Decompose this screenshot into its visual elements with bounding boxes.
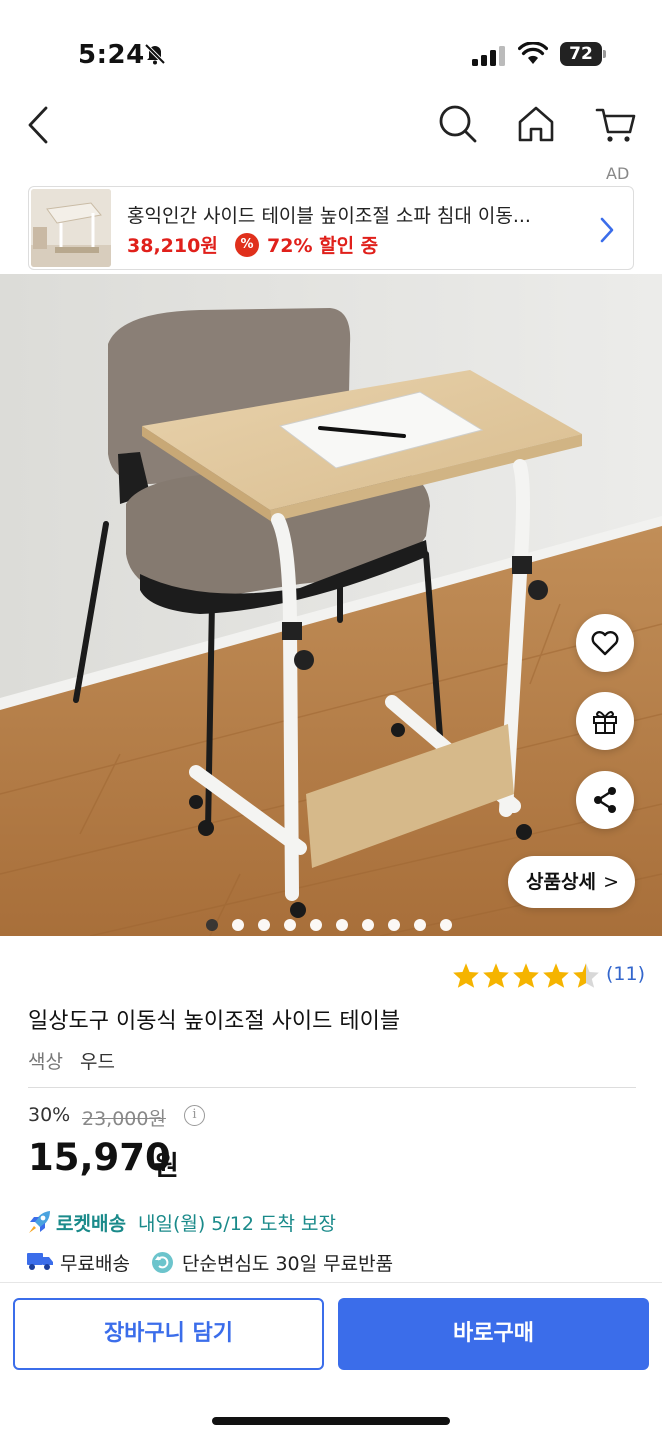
- discount-badge-icon: %: [235, 233, 259, 257]
- star-icon: [572, 962, 600, 993]
- bell-muted-icon: [144, 43, 166, 65]
- delivery-date: 내일(월) 5/12 도착 보장: [138, 1213, 336, 1235]
- review-count[interactable]: (11): [606, 963, 645, 985]
- gift-icon: [593, 711, 617, 734]
- cart-icon[interactable]: [594, 102, 638, 146]
- return-icon: [152, 1252, 173, 1273]
- ad-price: 38,210원: [127, 235, 218, 257]
- wishlist-button[interactable]: [576, 614, 634, 672]
- home-indicator: [212, 1417, 450, 1425]
- back-icon[interactable]: [24, 104, 54, 146]
- product-image[interactable]: [0, 274, 662, 936]
- battery-indicator: 72: [560, 42, 602, 66]
- pagination-dot[interactable]: [362, 919, 374, 931]
- info-icon[interactable]: i: [184, 1105, 205, 1126]
- option-value[interactable]: 우드: [80, 1047, 115, 1074]
- return-policy: 단순변심도 30일 무료반품: [182, 1253, 394, 1275]
- pagination-dot[interactable]: [258, 919, 270, 931]
- chevron-right-icon: >: [603, 871, 619, 893]
- free-shipping: 무료배송: [60, 1253, 130, 1275]
- product-detail-label: 상품상세: [526, 871, 596, 893]
- cellular-signal-icon: [472, 46, 505, 66]
- ad-thumbnail[interactable]: [31, 189, 111, 267]
- pagination-dot[interactable]: [414, 919, 426, 931]
- sale-price: 15,970: [28, 1136, 171, 1179]
- star-icon: [452, 962, 480, 993]
- star-icon: [482, 962, 510, 993]
- product-detail-button[interactable]: 상품상세 >: [508, 856, 635, 908]
- divider: [28, 1087, 636, 1088]
- share-icon: [594, 787, 616, 813]
- rating-stars: [452, 962, 602, 993]
- sale-currency: 원: [154, 1151, 179, 1182]
- status-time: 5:24: [78, 40, 145, 70]
- pagination-dot[interactable]: [440, 919, 452, 931]
- original-price: 23,000원: [82, 1108, 166, 1130]
- rocket-icon: [29, 1211, 50, 1233]
- pagination-dot[interactable]: [310, 919, 322, 931]
- buy-now-button[interactable]: 바로구매: [338, 1298, 649, 1370]
- ad-discount: 72% 할인 중: [267, 235, 379, 257]
- heart-icon: [591, 631, 619, 656]
- rocket-delivery-label: 로켓배송: [56, 1213, 126, 1235]
- home-icon[interactable]: [514, 102, 558, 146]
- chevron-right-icon[interactable]: [597, 215, 617, 245]
- wifi-icon: [518, 42, 548, 64]
- search-icon[interactable]: [436, 102, 480, 146]
- image-pagination[interactable]: [206, 916, 466, 931]
- discount-percent: 30%: [28, 1104, 71, 1126]
- pagination-dot[interactable]: [232, 919, 244, 931]
- pagination-dot[interactable]: [206, 919, 218, 931]
- pagination-dot[interactable]: [388, 919, 400, 931]
- pagination-dot[interactable]: [336, 919, 348, 931]
- add-to-cart-button[interactable]: 장바구니 담기: [13, 1298, 324, 1370]
- truck-icon: [27, 1253, 53, 1270]
- share-button[interactable]: [576, 771, 634, 829]
- ad-label: AD: [606, 164, 630, 183]
- ad-title[interactable]: 홍익인간 사이드 테이블 높이조절 소파 침대 이동...: [127, 201, 587, 228]
- product-title: 일상도구 이동식 높이조절 사이드 테이블: [28, 1009, 401, 1034]
- pagination-dot[interactable]: [284, 919, 296, 931]
- gift-button[interactable]: [576, 692, 634, 750]
- star-icon: [542, 962, 570, 993]
- ad-banner[interactable]: 홍익인간 사이드 테이블 높이조절 소파 침대 이동... 38,210원 % …: [28, 186, 634, 270]
- battery-tip: [603, 50, 606, 58]
- star-icon: [512, 962, 540, 993]
- status-bar: 5:24 72: [0, 0, 662, 100]
- option-label: 색상: [28, 1051, 63, 1073]
